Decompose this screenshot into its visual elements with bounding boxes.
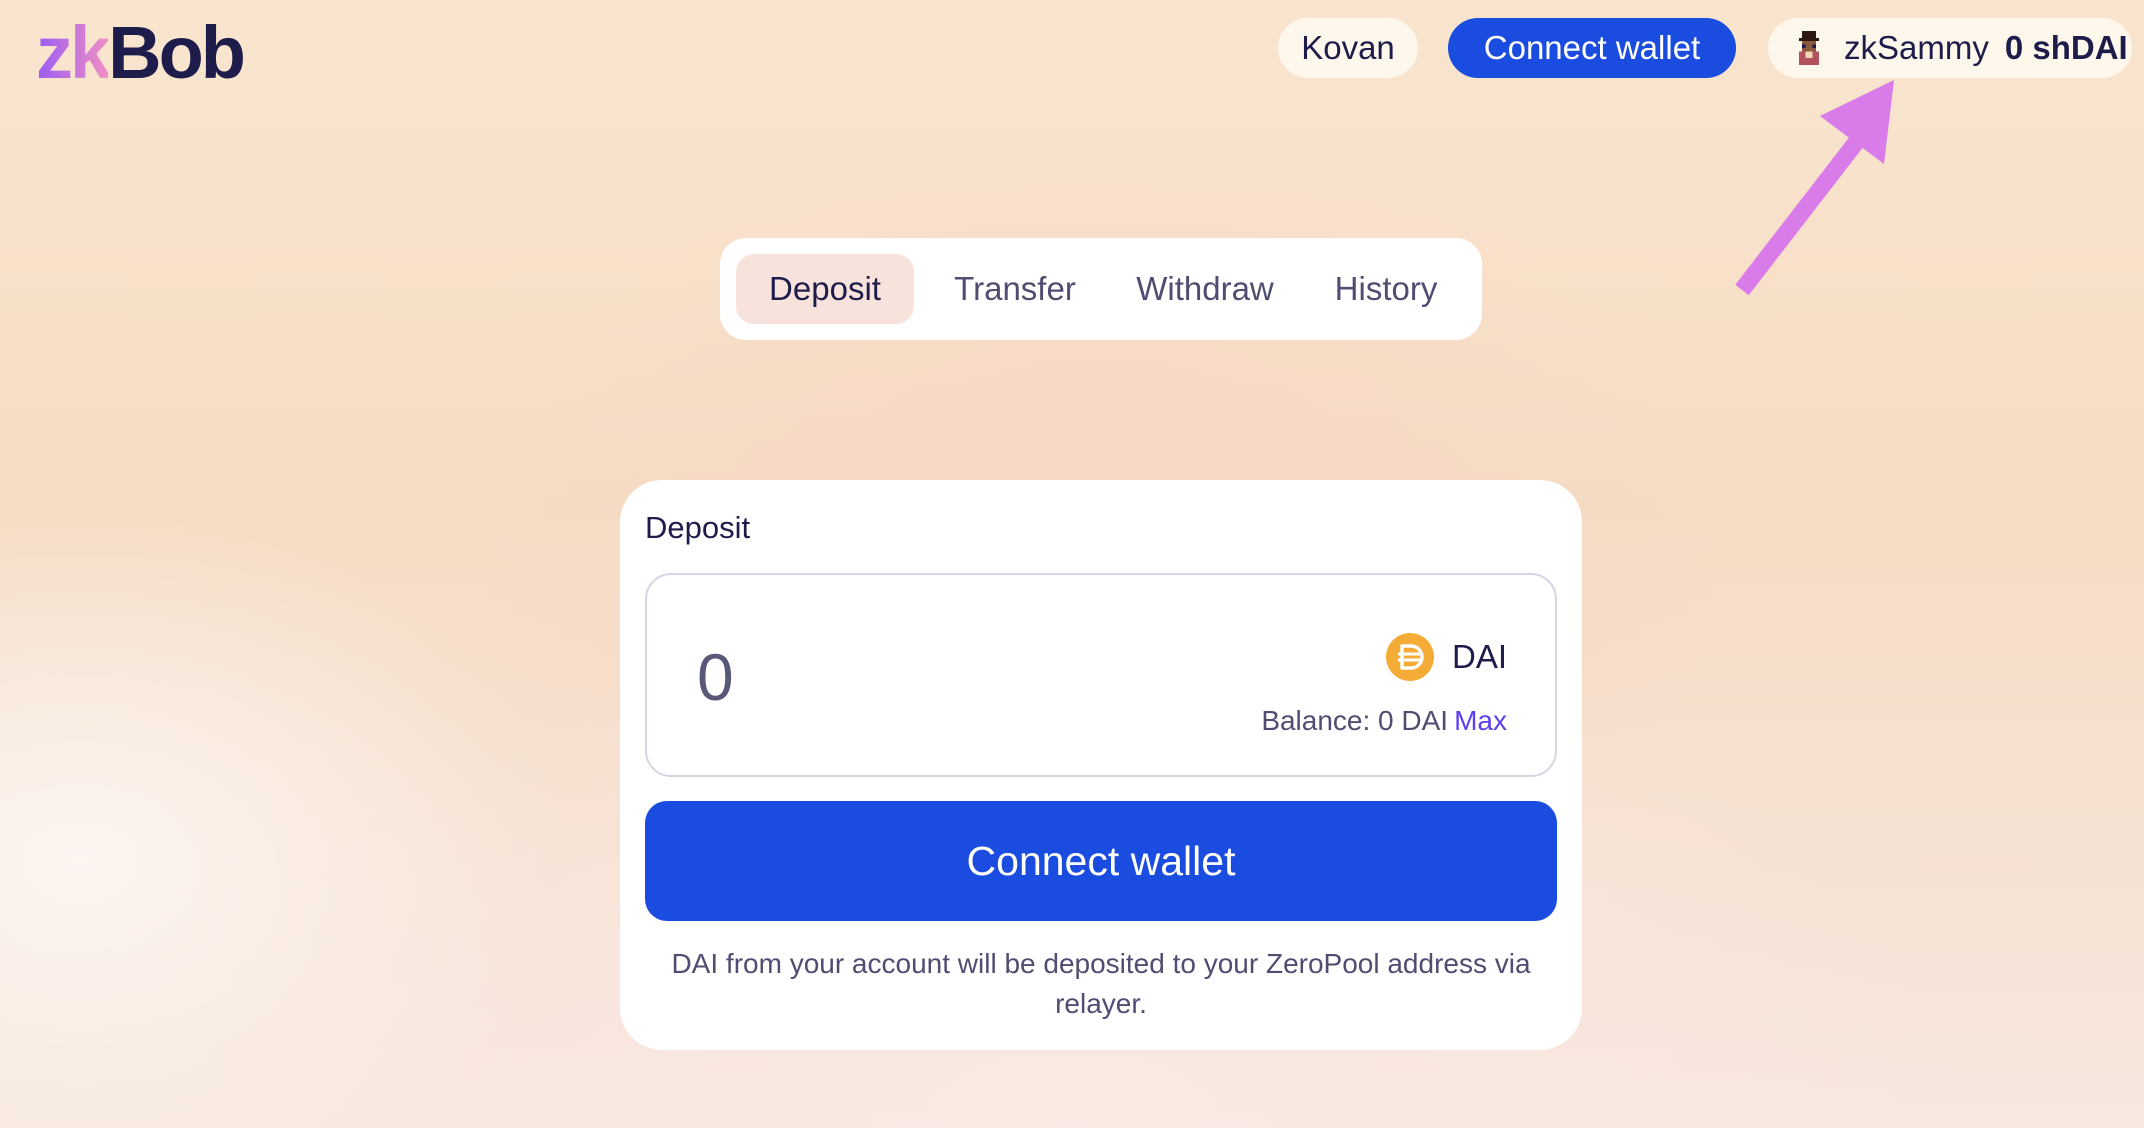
account-name: zkSammy bbox=[1844, 29, 1989, 66]
amount-input[interactable] bbox=[697, 635, 997, 719]
tab-withdraw[interactable]: Withdraw bbox=[1116, 254, 1294, 324]
logo-bob: Bob bbox=[108, 11, 246, 94]
header-connect-wallet-label: Connect wallet bbox=[1483, 29, 1701, 66]
deposit-card: Deposit DAI Balance: 0 DAIMax Connect wa… bbox=[620, 480, 1582, 1050]
deposit-note: DAI from your account will be deposited … bbox=[671, 948, 1531, 1019]
connect-wallet-button[interactable]: Connect wallet bbox=[645, 801, 1557, 921]
network-selector[interactable]: Kovan bbox=[1278, 18, 1418, 78]
max-button[interactable]: Max bbox=[1454, 705, 1507, 736]
balance-line: Balance: 0 DAI Max bbox=[1261, 705, 1507, 737]
account-balance: 0 shDAI bbox=[2004, 29, 2128, 66]
token-display: DAI bbox=[1385, 633, 1507, 681]
tab-deposit[interactable]: Deposit bbox=[736, 254, 914, 324]
zkbob-logo[interactable]: zkBob bbox=[36, 11, 246, 94]
connect-wallet-label: Connect wallet bbox=[966, 837, 1236, 884]
tab-withdraw-label: Withdraw bbox=[1136, 270, 1274, 307]
balance-text: Balance: 0 DAI bbox=[1261, 705, 1449, 736]
card-title: Deposit bbox=[645, 510, 751, 545]
tab-history-label: History bbox=[1334, 270, 1438, 307]
account-button[interactable]: zkSammy 0 shDAI bbox=[1768, 18, 2132, 78]
tab-transfer-label: Transfer bbox=[954, 270, 1076, 307]
tab-deposit-label: Deposit bbox=[769, 270, 881, 307]
arrow-up-right-icon bbox=[1735, 80, 1894, 296]
tab-bar: Deposit Transfer Withdraw History bbox=[720, 238, 1482, 340]
amount-box: DAI Balance: 0 DAIMax bbox=[645, 573, 1557, 777]
token-symbol: DAI bbox=[1451, 638, 1507, 675]
logo-zk: zk bbox=[36, 11, 111, 94]
header-connect-wallet-button[interactable]: Connect wallet bbox=[1448, 18, 1736, 78]
tab-transfer[interactable]: Transfer bbox=[926, 254, 1104, 324]
dai-icon bbox=[1385, 633, 1434, 681]
tab-history[interactable]: History bbox=[1306, 254, 1466, 324]
pixel-avatar-icon bbox=[1798, 31, 1820, 65]
network-label: Kovan bbox=[1301, 29, 1395, 66]
